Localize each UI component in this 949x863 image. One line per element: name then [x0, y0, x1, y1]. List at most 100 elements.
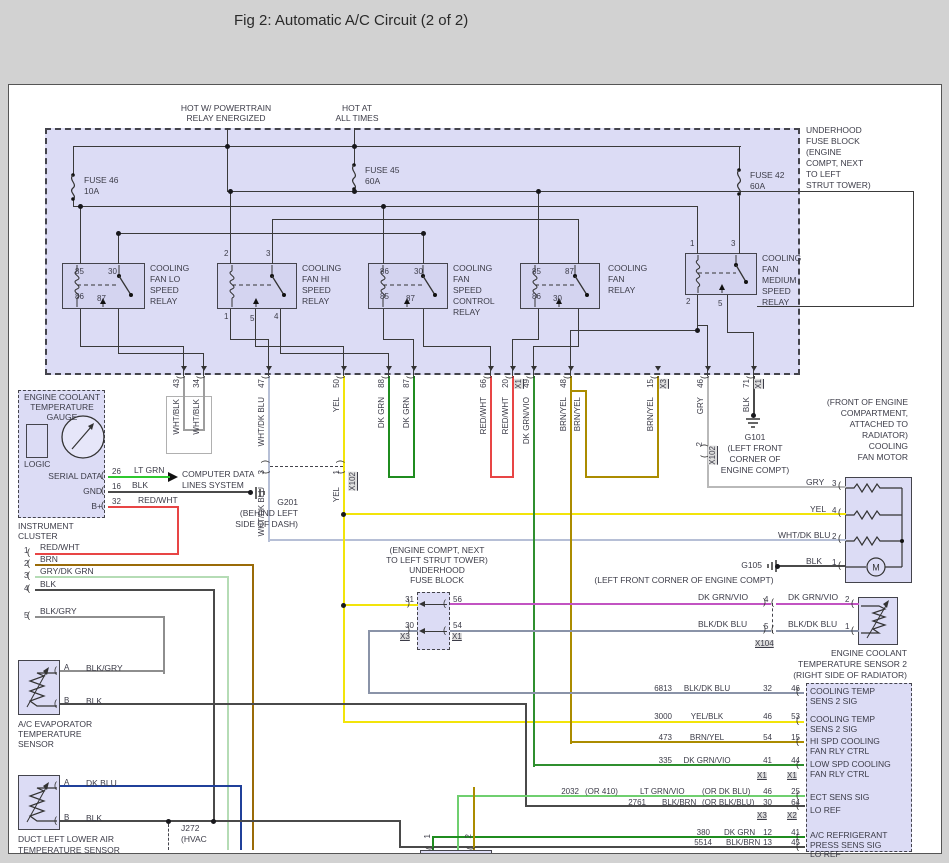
wire-segment — [203, 353, 204, 376]
x102-connector-line — [270, 466, 343, 467]
exit-pin: 43 — [172, 379, 181, 388]
fuse-icon — [736, 168, 742, 196]
circuit-function: ECT SENS SIG — [810, 792, 870, 802]
arrowhead-icon — [531, 366, 537, 371]
sensor-name: TEMPERATURE SENSOR 2 — [798, 659, 907, 669]
underhood-note: TO LEFT — [806, 169, 841, 179]
wire-color-label: YEL — [332, 397, 341, 413]
fuse-label: FUSE 42 — [750, 170, 785, 180]
connector-pin: 56 — [453, 595, 462, 604]
wire-color-label: BRN/YEL — [646, 397, 655, 432]
circuit-number: 3000 — [654, 712, 672, 721]
logic-block — [26, 424, 48, 458]
relay-pin: 2 — [224, 249, 229, 258]
relay-label: MEDIUM — [762, 275, 797, 285]
relay-label: FAN HI — [302, 274, 330, 284]
wire-color-label: LT GRN — [134, 465, 165, 475]
wire-segment — [538, 191, 539, 264]
wire-color-label: BRN/YEL — [559, 397, 568, 432]
circuit-number: 2761 — [628, 798, 646, 807]
ground-label: G201 — [277, 497, 298, 507]
wire-color-label: YEL — [810, 504, 827, 514]
circuit-function: LO REF — [810, 805, 841, 815]
cluster-name: CLUSTER — [18, 531, 58, 541]
ground-note: ENGINE COMPT) — [720, 465, 790, 475]
wire-segment — [423, 346, 491, 347]
exit-pin: 87 — [402, 379, 411, 388]
junction-dot — [211, 819, 216, 824]
exit-pin: 71 — [742, 379, 751, 388]
wire-color-label: BLK/GRY — [86, 663, 123, 673]
exit-pin: 20 — [501, 379, 510, 388]
connector-id: X104 — [755, 639, 774, 649]
wire-color-label: BLK — [86, 813, 103, 823]
motor-pin: 3 — [832, 479, 837, 488]
connector-pin: 13 — [763, 838, 772, 847]
circuit-function: COOLING TEMP — [810, 686, 876, 696]
wire-color-label: YEL — [332, 487, 341, 503]
ect2-sensor-box — [858, 597, 898, 645]
circuit-function: A/C REFRIGERANT — [810, 830, 888, 840]
wire-segment — [35, 576, 229, 578]
relay-pin: 86 — [532, 292, 541, 301]
wire-segment — [657, 376, 659, 478]
connector-cup-icon: ( — [838, 560, 841, 570]
wire-color-label: DK BLU — [86, 778, 117, 788]
exit-pin: 15 — [646, 379, 655, 388]
wire-segment — [570, 376, 572, 744]
wire-segment — [177, 506, 179, 555]
fuse-rating: 60A — [750, 181, 766, 191]
wire-color-label: DK GRN/VIO — [683, 756, 731, 765]
connector-pin: 54 — [763, 733, 772, 742]
connector-cup-icon: ( — [771, 624, 774, 634]
wire-segment — [913, 191, 914, 307]
wire-color-label: BLK/DK BLU — [788, 619, 838, 629]
junction-dot — [536, 189, 541, 194]
sensor-pin: A — [64, 778, 70, 787]
left-pin: 5 — [24, 611, 29, 620]
relay-pin: 1 — [224, 312, 229, 321]
wire-segment — [525, 703, 527, 807]
uhfb-note: TO LEFT STRUT TOWER) — [386, 555, 488, 565]
fuse-rating: 60A — [365, 176, 381, 186]
wire-segment — [203, 376, 205, 431]
ground-note: (BEHIND LEFT — [239, 508, 298, 518]
wire-segment — [343, 346, 344, 376]
junction-dot — [751, 413, 756, 418]
wire-segment — [163, 616, 165, 674]
svg-text:M: M — [872, 563, 880, 573]
wire-color-label: RED/WHT — [501, 397, 510, 435]
connector-cup-icon: ( — [54, 780, 57, 790]
connector-pin: 2 — [695, 442, 704, 447]
wire-segment — [73, 147, 74, 175]
motor-pin: 4 — [832, 506, 837, 515]
left-pin: 3 — [24, 571, 29, 580]
relay-label: RELAY — [608, 285, 636, 295]
relay-label: COOLING — [608, 263, 648, 273]
sensor-pin: B — [64, 696, 70, 705]
wire-segment — [118, 233, 424, 234]
wire-segment — [118, 233, 119, 264]
connector-pin: 46 — [763, 712, 772, 721]
power-label: HOT AT — [342, 103, 372, 113]
wire-color-label: BLK — [86, 696, 103, 706]
wire-segment — [697, 206, 698, 254]
connector-id: X102 — [348, 472, 357, 491]
wire-segment — [490, 346, 491, 376]
wire-segment — [512, 376, 514, 478]
relay-hi-speed — [217, 263, 297, 309]
sensor-name: SENSOR — [18, 739, 54, 749]
wire-segment — [183, 376, 185, 431]
motor-note: ATTACHED TO — [849, 419, 908, 429]
wire-segment — [60, 703, 527, 705]
wire-segment — [343, 513, 846, 515]
wire-segment — [80, 206, 81, 264]
wire-segment — [399, 820, 401, 848]
arrowhead-icon — [181, 366, 187, 371]
wire-color-label: BLK — [806, 556, 823, 566]
power-label: HOT W/ POWERTRAIN — [180, 103, 272, 113]
connector-pin: 54 — [453, 621, 462, 630]
circuit-function: HI SPD COOLING — [810, 736, 880, 746]
wire-segment — [368, 630, 370, 694]
relay-label: FAN — [608, 274, 625, 284]
